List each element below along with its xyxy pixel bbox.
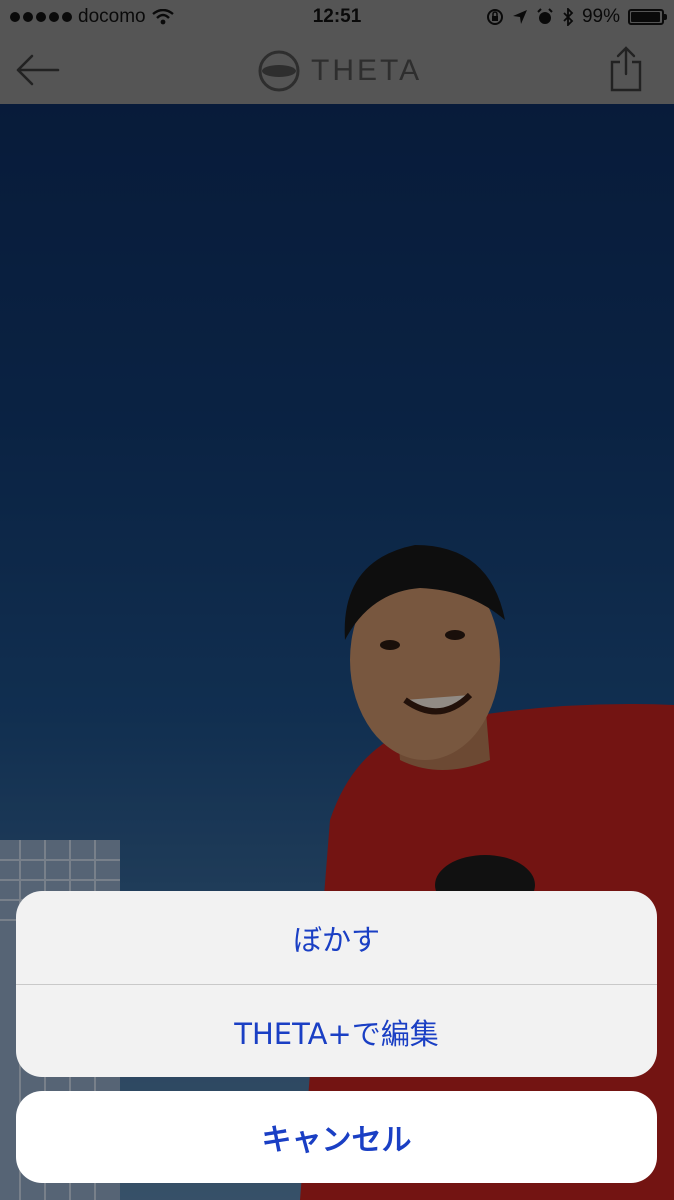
action-edit-theta-plus[interactable]: THETA+で編集 (16, 985, 657, 1077)
action-blur[interactable]: ぼかす (16, 891, 657, 984)
cancel-button[interactable]: キャンセル (16, 1091, 657, 1183)
action-sheet: ぼかす THETA+で編集 (16, 891, 657, 1077)
